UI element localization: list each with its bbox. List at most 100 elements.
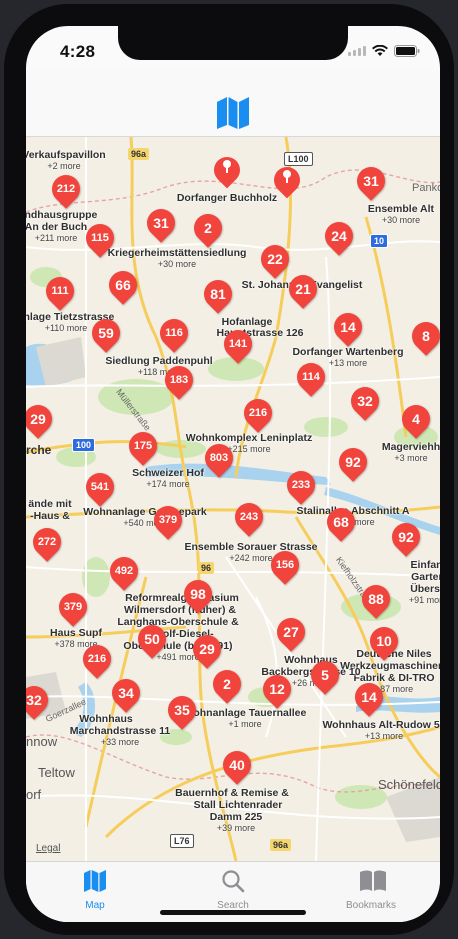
cluster-marker[interactable]: 8: [406, 316, 440, 356]
place-title: Siedlung Paddenpuhl: [105, 355, 213, 367]
cluster-marker[interactable]: 212: [46, 169, 86, 209]
cluster-marker[interactable]: 50: [132, 619, 172, 659]
cluster-count: 31: [153, 215, 169, 231]
map-place-label[interactable]: Einfam: [410, 559, 440, 571]
home-indicator: [160, 910, 306, 915]
cluster-marker[interactable]: 31: [351, 161, 391, 201]
cluster-marker[interactable]: 81: [198, 274, 238, 314]
cluster-count: 22: [267, 251, 283, 267]
cluster-marker[interactable]: 32: [26, 680, 54, 720]
cluster-marker[interactable]: 141: [218, 324, 258, 364]
cluster-marker[interactable]: 803: [199, 438, 239, 478]
map-place-label[interactable]: An der Buch +211 more: [26, 221, 87, 243]
place-more-count: +118 more: [137, 367, 181, 377]
cluster-marker[interactable]: 216: [238, 393, 278, 433]
map-place-label[interactable]: Kriegerheimstättensiedlung +30 more: [108, 247, 247, 269]
cluster-marker[interactable]: 183: [159, 360, 199, 400]
cluster-marker[interactable]: 27: [271, 612, 311, 652]
map-place-label[interactable]: Stall Lichtenrader: [194, 799, 283, 811]
tab-map[interactable]: Map: [26, 862, 164, 922]
place-title: Wohnkomplex Leninplatz: [185, 432, 313, 444]
cluster-marker[interactable]: 115: [80, 218, 120, 258]
map-place-label[interactable]: Garten: [411, 571, 440, 583]
cluster-marker[interactable]: 32: [345, 381, 385, 421]
location-pin[interactable]: [208, 151, 246, 189]
map-place-label[interactable]: Wohnanlage Goethepark +540 more: [83, 506, 207, 528]
road-shield: 96: [198, 562, 215, 574]
map-place-label[interactable]: andhausgruppe: [26, 209, 97, 221]
legal-link[interactable]: Legal: [36, 843, 60, 854]
cluster-marker[interactable]: 14: [349, 677, 389, 717]
cluster-marker[interactable]: 22: [255, 239, 295, 279]
cluster-marker[interactable]: 29: [187, 629, 227, 669]
cluster-marker[interactable]: 4: [396, 399, 436, 439]
tab-bookmarks[interactable]: Bookmarks: [302, 862, 440, 922]
place-title: Einfam: [410, 559, 440, 571]
map-place-label[interactable]: Verkaufspavillon +2 more: [26, 149, 106, 171]
map-place-label[interactable]: Wohnhaus: [79, 713, 132, 725]
cluster-marker[interactable]: 175: [123, 426, 163, 466]
cluster-marker[interactable]: 379: [148, 500, 188, 540]
cluster-count: 114: [302, 371, 320, 383]
cluster-marker[interactable]: 98: [178, 574, 218, 614]
place-title: Dorfanger Wartenberg: [292, 346, 404, 358]
cluster-marker[interactable]: 2: [207, 664, 247, 704]
cluster-marker[interactable]: 233: [281, 465, 321, 505]
cluster-marker[interactable]: 243: [229, 497, 269, 537]
cluster-marker[interactable]: 40: [217, 745, 257, 785]
map-place-label[interactable]: Wohnanlage Tauernallee +1 more: [184, 707, 307, 729]
cluster-marker[interactable]: 379: [53, 587, 93, 627]
cluster-count: 216: [248, 407, 268, 419]
cluster-marker[interactable]: 216: [77, 639, 117, 679]
map-place-label[interactable]: Ensemble Alt +30 more: [368, 203, 434, 225]
map-place-label[interactable]: -Haus &: [30, 510, 70, 522]
map-place-label[interactable]: Wohnhaus Alt-Rudow 50 +13 more: [322, 719, 440, 741]
cluster-marker[interactable]: 21: [283, 269, 323, 309]
map-place-label[interactable]: Schweizer Hof +174 more: [132, 467, 204, 489]
cluster-marker[interactable]: 5: [305, 655, 345, 695]
map-place-label[interactable]: Dorfanger Buchholz: [177, 192, 277, 204]
map-place-label[interactable]: Siedlung Paddenpuhl +118 more: [105, 355, 212, 377]
status-indicators: [348, 45, 420, 57]
cluster-marker[interactable]: 88: [356, 579, 396, 619]
cluster-marker[interactable]: 29: [26, 399, 58, 439]
cluster-count: 8: [422, 328, 430, 344]
cluster-count: 24: [331, 228, 347, 244]
map-view[interactable]: Pankow Teltow Schönefeld rche orf nnow 9…: [26, 137, 440, 861]
cluster-marker[interactable]: 541: [80, 467, 120, 507]
map-place-label[interactable]: Überse+91 more: [409, 583, 440, 605]
map-place-label[interactable]: Bauernhof & Remise &: [175, 787, 289, 799]
cluster-marker[interactable]: 92: [386, 517, 426, 557]
cluster-marker[interactable]: 114: [291, 357, 331, 397]
location-pin[interactable]: [268, 161, 306, 199]
place-label: rche: [26, 443, 52, 457]
cluster-marker[interactable]: 156: [265, 545, 305, 585]
cluster-marker[interactable]: 92: [333, 442, 373, 482]
map-place-label[interactable]: ände mit: [28, 498, 71, 510]
cluster-marker[interactable]: 12: [257, 669, 297, 709]
cluster-marker[interactable]: 66: [103, 265, 143, 305]
cluster-marker[interactable]: 111: [40, 271, 80, 311]
map-place-label[interactable]: Reformrealgymnasium: [125, 592, 239, 604]
map-place-label[interactable]: Wilmersdorf (früher) &: [124, 604, 236, 616]
cluster-marker[interactable]: 2: [188, 208, 228, 248]
cluster-marker[interactable]: 14: [328, 307, 368, 347]
cluster-count: 21: [295, 281, 311, 297]
cluster-marker[interactable]: 31: [141, 203, 181, 243]
cluster-marker[interactable]: 272: [27, 522, 67, 562]
cluster-marker[interactable]: 116: [154, 313, 194, 353]
cluster-count: 34: [118, 685, 134, 701]
map-place-label[interactable]: Marchandstrasse 11 +33 more: [70, 725, 170, 747]
cluster-marker[interactable]: 59: [86, 313, 126, 353]
map-place-label[interactable]: Magerviehh +3 more: [382, 441, 440, 463]
cluster-marker[interactable]: 24: [319, 216, 359, 256]
cluster-marker[interactable]: 68: [321, 502, 361, 542]
cluster-marker[interactable]: 492: [104, 551, 144, 591]
cluster-marker[interactable]: 10: [364, 621, 404, 661]
map-place-label[interactable]: Damm 225 +39 more: [210, 811, 263, 833]
map-place-label[interactable]: Langhans-Oberschule &: [117, 616, 238, 628]
nav-header: [26, 70, 440, 137]
cluster-marker[interactable]: 35: [162, 690, 202, 730]
place-title: Haus Supf: [50, 627, 102, 639]
cluster-marker[interactable]: 34: [106, 673, 146, 713]
